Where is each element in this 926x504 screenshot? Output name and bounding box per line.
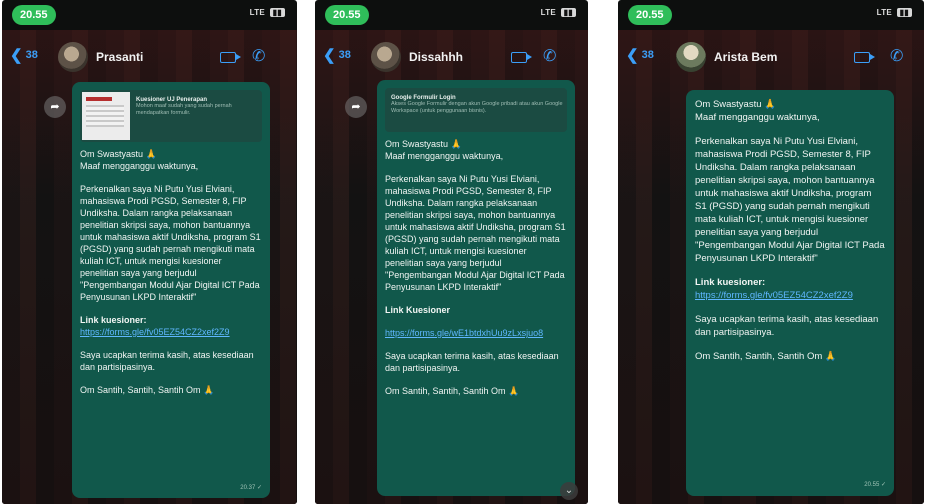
back-chevron-icon: ❮ xyxy=(626,47,639,64)
message-timestamp: 20.37 ✓ xyxy=(240,485,262,491)
link-label: Link kuesioner: xyxy=(695,277,766,288)
network-indicator: LTE ▮▮ xyxy=(250,8,285,17)
status-time: 20.55 xyxy=(628,5,672,25)
message-body: Perkenalkan saya Ni Putu Yusi Elviani, m… xyxy=(695,136,885,264)
greeting-text: Om Swastyastu 🙏 xyxy=(695,99,776,110)
closing-text: Om Santih, Santih, Santih Om 🙏 xyxy=(385,386,520,396)
message-body: Perkenalkan saya Ni Putu Yusi Elviani, m… xyxy=(80,184,261,302)
forward-icon[interactable]: ➦ xyxy=(44,96,66,118)
phone-call-icon[interactable]: ✆ xyxy=(543,46,556,66)
link-preview-thumbnail xyxy=(82,92,130,140)
chat-header: ❮ 38 Arista Bem ✆ xyxy=(618,36,924,80)
contact-name[interactable]: Arista Bem xyxy=(714,50,777,64)
forward-icon[interactable]: ➦ xyxy=(345,96,367,118)
video-call-icon[interactable] xyxy=(511,52,532,63)
signal-label: LTE xyxy=(249,8,266,17)
status-bar: 20.55 LTE ▮▮ xyxy=(618,0,924,28)
back-button[interactable]: ❮ 38 xyxy=(323,46,351,64)
link-preview[interactable]: Google Formulir Login Akses Google Formu… xyxy=(385,88,567,132)
back-button[interactable]: ❮ 38 xyxy=(626,46,654,64)
unread-count: 38 xyxy=(338,49,351,61)
apology-text: Maaf mengganggu waktunya, xyxy=(695,112,820,123)
status-time: 20.55 xyxy=(12,5,56,25)
apology-text: Maaf mengganggu waktunya, xyxy=(385,151,504,161)
battery-icon: ▮▮ xyxy=(560,8,576,17)
back-chevron-icon: ❮ xyxy=(10,47,23,64)
link-preview[interactable]: Kuesioner UJ Penerapan Mohon maaf sudah … xyxy=(80,90,262,142)
link-preview-description: Mohon maaf sudah yang sudah pernah menda… xyxy=(136,103,232,116)
video-call-icon[interactable] xyxy=(854,52,875,63)
message-body: Perkenalkan saya Ni Putu Yusi Elviani, m… xyxy=(385,174,566,292)
avatar[interactable] xyxy=(371,42,401,72)
back-button[interactable]: ❮ 38 xyxy=(10,46,38,64)
status-bar: 20.55 LTE ▮▮ xyxy=(315,0,588,28)
apology-text: Maaf mengganggu waktunya, xyxy=(80,161,199,171)
unread-count: 38 xyxy=(641,49,654,61)
message-bubble[interactable]: Om Swastyastu 🙏 Maaf mengganggu waktunya… xyxy=(686,90,894,496)
scroll-down-icon[interactable]: ⌄ xyxy=(560,482,578,500)
network-indicator: LTE ▮▮ xyxy=(877,8,912,17)
avatar[interactable] xyxy=(676,42,706,72)
status-bar: 20.55 LTE ▮▮ xyxy=(2,0,297,28)
thanks-text: Saya ucapkan terima kasih, atas kesediaa… xyxy=(385,351,559,373)
thanks-text: Saya ucapkan terima kasih, atas kesediaa… xyxy=(80,350,254,372)
message-bubble[interactable]: Kuesioner UJ Penerapan Mohon maaf sudah … xyxy=(72,82,270,498)
link-label: Link Kuesioner xyxy=(385,305,451,315)
questionnaire-link[interactable]: https://forms.gle/fv05EZ54CZ2xef2Z9 xyxy=(695,290,853,301)
questionnaire-link[interactable]: https://forms.gle/wE1btdxhUu9zLxsjuo8 xyxy=(385,328,543,338)
signal-label: LTE xyxy=(540,8,557,17)
link-preview-description: Akses Google Formulir dengan akun Google… xyxy=(391,101,563,114)
chat-screen-prasanti: 20.55 LTE ▮▮ ❮ 38 Prasanti ✆ ➦ Kuesioner … xyxy=(2,0,297,504)
back-chevron-icon: ❮ xyxy=(323,47,336,64)
chat-header: ❮ 38 Prasanti ✆ xyxy=(2,36,297,80)
greeting-text: Om Swastyastu 🙏 xyxy=(80,149,157,159)
chat-screen-arista-bem: 20.55 LTE ▮▮ ❮ 38 Arista Bem ✆ Om Swastya… xyxy=(618,0,924,504)
video-call-icon[interactable] xyxy=(220,52,241,63)
link-label: Link kuesioner: xyxy=(80,315,147,325)
signal-label: LTE xyxy=(876,8,893,17)
status-time: 20.55 xyxy=(325,5,369,25)
closing-text: Om Santih, Santih, Santih Om 🙏 xyxy=(80,385,215,395)
closing-text: Om Santih, Santih, Santih Om 🙏 xyxy=(695,351,837,362)
battery-icon: ▮▮ xyxy=(896,8,912,17)
unread-count: 38 xyxy=(25,49,38,61)
questionnaire-link[interactable]: https://forms.gle/fv05EZ54CZ2xef2Z9 xyxy=(80,327,230,337)
contact-name[interactable]: Prasanti xyxy=(96,50,143,64)
greeting-text: Om Swastyastu 🙏 xyxy=(385,139,462,149)
chat-screen-dissahhh: 20.55 LTE ▮▮ ❮ 38 Dissahhh ✆ ➦ Google For… xyxy=(315,0,588,504)
message-timestamp: 20.55 ✓ xyxy=(864,482,886,488)
thanks-text: Saya ucapkan terima kasih, atas kesediaa… xyxy=(695,314,879,338)
phone-call-icon[interactable]: ✆ xyxy=(252,46,265,66)
contact-name[interactable]: Dissahhh xyxy=(409,50,463,64)
chat-header: ❮ 38 Dissahhh ✆ xyxy=(315,36,588,80)
message-bubble[interactable]: Google Formulir Login Akses Google Formu… xyxy=(377,80,575,496)
avatar[interactable] xyxy=(58,42,88,72)
network-indicator: LTE ▮▮ xyxy=(541,8,576,17)
phone-call-icon[interactable]: ✆ xyxy=(890,46,903,66)
battery-icon: ▮▮ xyxy=(269,8,285,17)
